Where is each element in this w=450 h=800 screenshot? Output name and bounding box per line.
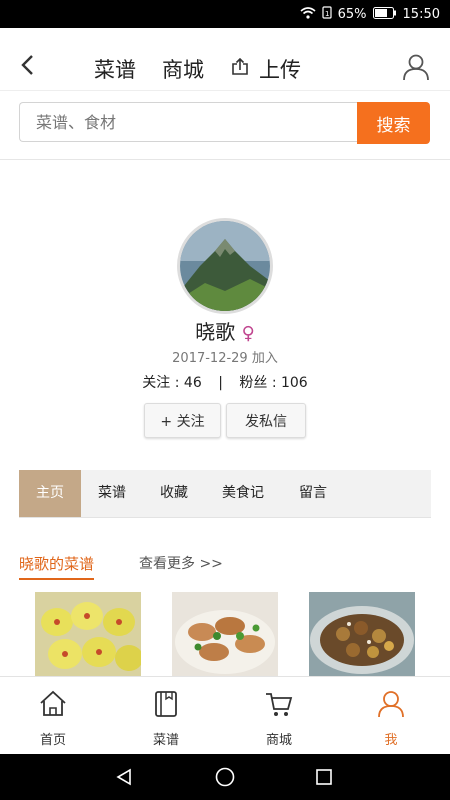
follow-button[interactable]: + 关注 xyxy=(144,403,221,438)
tab-recipes[interactable]: 菜谱 xyxy=(94,54,136,84)
recipe-thumbnail[interactable] xyxy=(35,592,141,676)
tab-comments[interactable]: 留言 xyxy=(281,470,345,517)
status-bar: 1 65% 15:50 xyxy=(0,0,450,28)
username: 晓歌 xyxy=(195,320,236,344)
bottom-nav-recipes[interactable]: 菜谱 xyxy=(126,677,206,755)
bottom-nav-me-label: 我 xyxy=(384,733,398,748)
battery-percent: 65% xyxy=(337,7,367,22)
tab-favorites[interactable]: 收藏 xyxy=(143,470,205,517)
see-more-link[interactable]: 查看更多 >> xyxy=(139,553,223,573)
fans-label[interactable]: 粉丝 xyxy=(239,375,267,391)
message-button[interactable]: 发私信 xyxy=(226,403,306,438)
back-triangle-icon[interactable] xyxy=(115,768,133,790)
join-date: 2017-12-29 加入 xyxy=(172,351,278,366)
home-circle-icon[interactable] xyxy=(215,767,235,791)
search-input[interactable] xyxy=(19,102,357,142)
user-icon[interactable] xyxy=(401,52,431,86)
section-title: 晓歌的菜谱 xyxy=(19,553,95,580)
search-bar: 搜索 xyxy=(0,90,450,160)
bottom-nav-mall-label: 商城 xyxy=(265,733,292,748)
wifi-icon xyxy=(300,6,316,23)
cart-icon xyxy=(264,689,294,719)
home-icon xyxy=(38,689,68,719)
battery-icon xyxy=(372,6,397,23)
svg-text:1: 1 xyxy=(325,10,329,18)
recipe-thumbnail[interactable] xyxy=(309,592,415,676)
back-icon[interactable] xyxy=(20,54,36,80)
bottom-nav-me[interactable]: 我 xyxy=(351,677,431,755)
recents-square-icon[interactable] xyxy=(315,768,333,790)
recipe-book-icon xyxy=(151,689,181,719)
avatar-mountain-image xyxy=(180,221,270,311)
bottom-nav-mall[interactable]: 商城 xyxy=(239,677,319,755)
female-icon: ♀ xyxy=(241,323,255,344)
profile-tabs: 主页 菜谱 收藏 美食记 留言 xyxy=(19,470,431,518)
top-nav: 菜谱 商城 上传 xyxy=(0,28,450,90)
system-nav-bar xyxy=(0,754,450,800)
fans-count[interactable]: 106 xyxy=(281,375,308,391)
bottom-nav-home-label: 首页 xyxy=(39,733,66,748)
tab-upload[interactable]: 上传 xyxy=(259,54,301,84)
bottom-nav: 首页 菜谱 商城 我 xyxy=(0,676,450,755)
tab-recipes-list[interactable]: 菜谱 xyxy=(81,470,143,517)
tab-home[interactable]: 主页 xyxy=(19,470,81,517)
stats-separator: | xyxy=(218,375,223,391)
bottom-nav-recipes-label: 菜谱 xyxy=(152,733,179,748)
follow-stats: 关注 : 46 | 粉丝 : 106 xyxy=(142,375,308,391)
bottom-nav-home[interactable]: 首页 xyxy=(13,677,93,755)
upload-icon[interactable] xyxy=(231,57,249,80)
tab-food-notes[interactable]: 美食记 xyxy=(205,470,281,517)
clock: 15:50 xyxy=(402,7,440,22)
avatar[interactable] xyxy=(177,218,273,314)
following-label[interactable]: 关注 xyxy=(142,375,170,391)
search-button[interactable]: 搜索 xyxy=(357,102,430,144)
following-count[interactable]: 46 xyxy=(184,375,202,391)
profile-icon xyxy=(376,689,406,719)
tab-mall[interactable]: 商城 xyxy=(162,54,204,84)
sim-icon: 1 xyxy=(322,6,332,23)
recipe-thumbnail[interactable] xyxy=(172,592,278,676)
